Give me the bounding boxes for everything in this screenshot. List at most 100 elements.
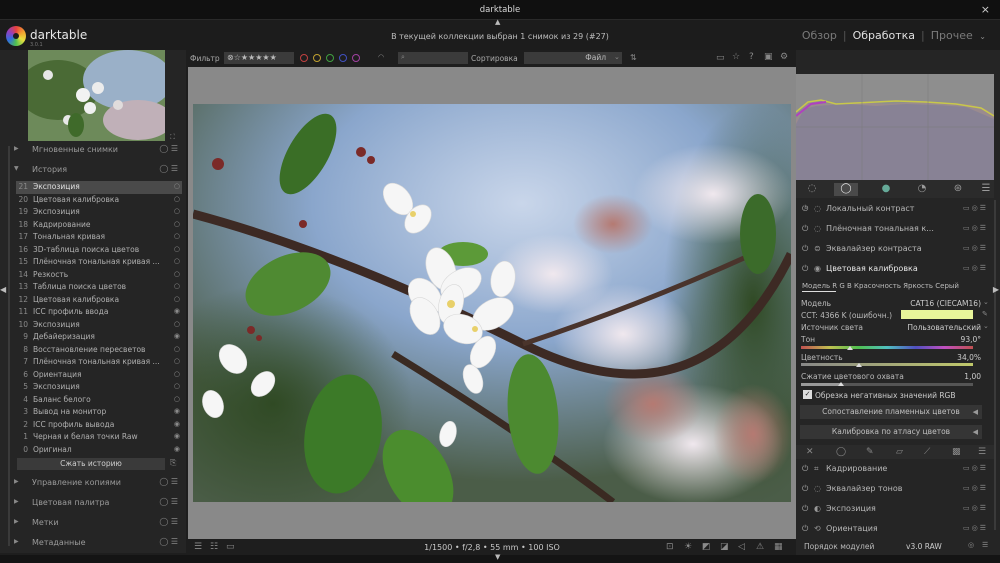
chroma-value[interactable]: 34,0% [957,353,981,362]
module-actions-icon[interactable]: ▭◎☰ [963,244,988,252]
history-item[interactable]: 13 Таблица поиска цветов ○ [16,281,182,294]
gamut-row[interactable]: Сжатие цветового охвата 1,00 [801,372,981,381]
view-other[interactable]: Прочее [931,29,973,42]
circle-mask-icon[interactable]: ◯ [836,447,846,457]
hue-row[interactable]: Тон 93,0° [801,335,981,344]
softproof-icon[interactable]: ◩ [702,543,711,552]
right-panel-toggle-icon[interactable]: ▶ [993,285,999,294]
power-icon[interactable]: ⏻ [802,264,808,274]
color-label-dot-icon[interactable] [326,54,334,62]
hue-value[interactable]: 93,0° [961,335,981,344]
picker-icon[interactable]: ✎ [982,311,988,318]
chevron-down-icon[interactable]: ⌄ [983,323,989,330]
module-reset-icon[interactable]: ◯ ☰ [159,144,178,153]
history-item[interactable]: 4 Баланс белого ○ [16,394,182,407]
module-metadata[interactable]: ▶ Метаданные ◯ ☰ [14,537,182,549]
module-tags[interactable]: ▶ Метки ◯ ☰ [14,517,182,529]
active-modules-group-icon[interactable]: ◯ [834,183,858,196]
chroma-slider-knob[interactable] [856,363,862,367]
power-icon[interactable]: ⏻ [802,244,808,254]
gamut-slider-knob[interactable] [838,382,844,386]
brush-icon[interactable]: ✎ [866,447,874,457]
spot-color-mapping-button[interactable]: Сопоставление пламенных цветов ◀ [800,405,982,419]
color-checker-calibration-button[interactable]: Калибровка по атласу цветов ◀ [800,425,982,439]
module-reset-icon[interactable]: ◯ ☰ [159,477,178,486]
history-item[interactable]: 5 Экспозиция ○ [16,381,182,394]
hue-slider-knob[interactable] [847,346,853,350]
module-actions-icon[interactable]: ▭◎☰ [963,224,988,232]
guides-icon[interactable]: ◁ [738,543,745,552]
sort-direction-icon[interactable]: ⇅ [630,54,637,62]
history-item[interactable]: 10 Экспозиция ○ [16,319,182,332]
chroma-slider[interactable] [801,363,973,366]
module-reset-icon[interactable]: ◯ ☰ [159,537,178,546]
power-icon[interactable]: ⏻ [802,484,808,494]
display-icon[interactable]: ▣ [764,53,773,62]
view-darkroom[interactable]: Обработка [853,29,915,42]
histogram[interactable] [795,74,995,180]
cct-row[interactable]: CCT: 4366 K (ошибочн.) [801,310,981,320]
warning-icon[interactable]: ⚠ [756,543,764,552]
chevron-down-icon[interactable]: ⌄ [979,32,986,41]
presets-menu-icon[interactable]: ☰ [978,447,986,457]
module-contrast-equalizer[interactable]: ⏻ ⊜ Эквалайзер контраста ▭◎☰ [800,240,992,258]
power-group-icon[interactable]: ◌ [800,183,824,196]
gradient-icon[interactable]: ▱ [896,447,903,457]
filmstrip-toggle-icon[interactable]: ▼ [495,553,500,561]
star-icon[interactable]: ☆ [732,53,740,62]
chevron-down-icon[interactable]: ⌄ [614,54,620,61]
module-actions-icon[interactable]: ▭◎☰ [963,504,988,512]
module-color-calibration[interactable]: ⏻ ◉ Цветовая калибровка ▭◎☰ [800,260,992,278]
module-tone-equalizer[interactable]: ⏻ ◌ Эквалайзер тонов ▭◎☰ [800,480,992,498]
compress-history-button[interactable]: Сжать историю [17,458,165,470]
history-item[interactable]: 6 Ориентация ○ [16,369,182,382]
focus-peaking-icon[interactable]: ⊡ [666,543,674,552]
module-actions-icon[interactable]: ▭◎☰ [963,484,988,492]
module-local-contrast[interactable]: ⏻ ◌ Локальный контраст ▭◎☰ [800,200,992,218]
gamut-check-icon[interactable]: ◪ [720,543,729,552]
checkbox-checked-icon[interactable]: ✓ [803,390,812,399]
module-snapshots[interactable]: ▶ Мгновенные снимки ◯ ☰ [14,144,182,156]
module-history[interactable]: ▼ История ◯ ☰ [14,164,182,176]
right-panel-scrollbar[interactable] [994,200,996,530]
tone-group-icon[interactable]: ◔ [910,183,934,196]
grouping-icon[interactable]: ▭ [716,54,725,63]
gear-icon[interactable]: ⚙ [780,53,788,62]
power-icon[interactable]: ⏻ [802,504,808,514]
color-label-dot-icon[interactable] [339,54,347,62]
overexposure-icon[interactable]: ▦ [774,543,783,552]
module-reset-icon[interactable]: ◯ ☰ [159,164,178,173]
view-lighttable[interactable]: Обзор [802,29,837,42]
hue-slider[interactable] [801,346,973,349]
module-actions-icon[interactable]: ▭◎☰ [963,264,988,272]
path-icon[interactable]: ⟋ [924,447,930,457]
module-filmic[interactable]: ⏻ ◌ Плёночная тональная к... ▭◎☰ [800,220,992,238]
sort-select[interactable]: Файл [524,52,622,64]
power-icon[interactable]: ⏻ [802,224,808,234]
history-item[interactable]: 11 ICC профиль ввода ◉ [16,306,182,319]
chroma-row[interactable]: Цветность 34,0% [801,353,981,362]
presets-menu-icon[interactable]: ☰ [982,542,988,549]
module-reset-icon[interactable]: ◎ [968,542,974,549]
history-item[interactable]: 8 Восстановление пересветов ○ [16,344,182,357]
image-canvas[interactable] [188,67,796,539]
navigation-thumbnail[interactable] [28,50,165,141]
history-item[interactable]: 1 Черная и белая точки Raw ◉ [16,431,182,444]
rating-filter[interactable]: ⊗☆★★★★★ [224,52,294,64]
history-item[interactable]: 16 3D-таблица поиска цветов ○ [16,244,182,257]
power-icon[interactable]: ⏻ [802,204,808,214]
copy-icon[interactable]: ⎘ [170,459,176,467]
color-label-dot-icon[interactable] [313,54,321,62]
module-actions-icon[interactable]: ▭◎☰ [963,524,988,532]
power-icon[interactable]: ⏻ [802,524,808,534]
circle-half-icon[interactable]: ◠ [378,54,384,61]
module-reset-icon[interactable]: ◯ ☰ [159,517,178,526]
main-photo[interactable] [193,104,791,502]
gamut-value[interactable]: 1,00 [964,372,981,381]
header-toggle-icon[interactable]: ▲ [495,18,500,26]
history-item[interactable]: 21 Экспозиция ○ [16,181,182,194]
history-item[interactable]: 18 Кадрирование ○ [16,219,182,232]
bulb-icon[interactable]: ☀ [684,543,692,552]
module-reset-icon[interactable]: ◯ ☰ [159,497,178,506]
illuminant-color-swatch[interactable] [901,310,973,319]
